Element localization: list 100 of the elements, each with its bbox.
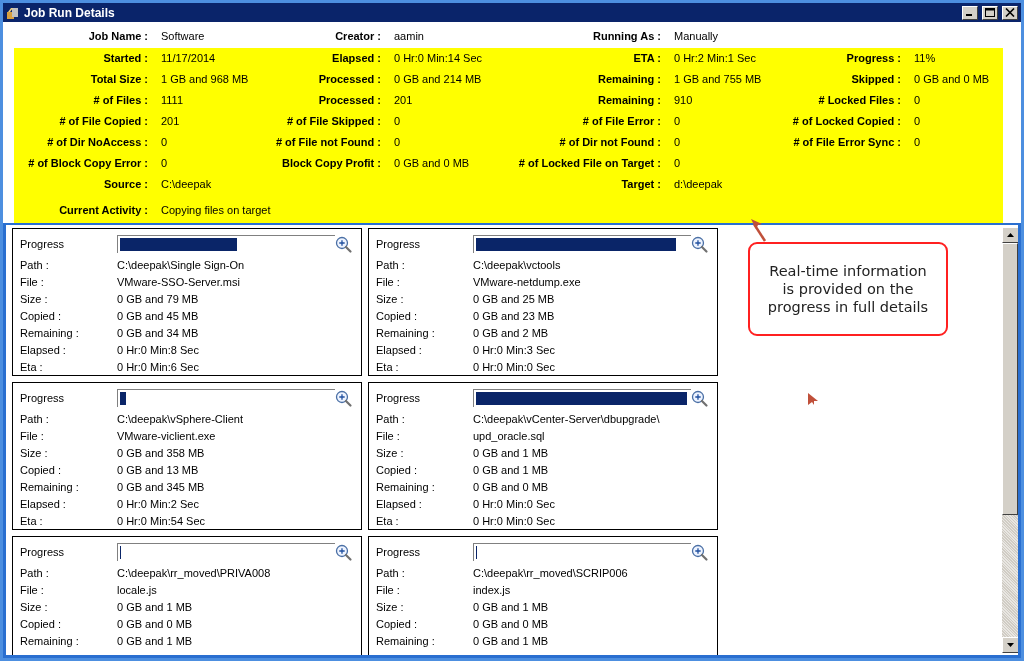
field-label: Running As : <box>591 29 661 44</box>
field-value: aamin <box>393 29 425 44</box>
field-value: 11/17/2014 <box>160 51 217 66</box>
zoom-in-icon[interactable] <box>335 543 352 561</box>
field-value: 201 <box>393 93 414 108</box>
field-value: 0 GB and 2 MB <box>473 326 549 339</box>
scrollbar[interactable] <box>1001 227 1018 653</box>
field-value: 0 GB and 1 MB <box>473 446 549 459</box>
field-value: 0 GB and 0 MB <box>473 617 549 630</box>
field-value: 0 GB and 1 MB <box>473 634 549 647</box>
field-label: Copied : <box>376 309 418 322</box>
field-value: 0 GB and 1 MB <box>473 463 549 476</box>
close-button[interactable] <box>1002 5 1018 20</box>
field-value: locale.js <box>117 583 157 596</box>
field-value: upd_oracle.sql <box>473 429 545 442</box>
field-label: Copied : <box>376 617 418 630</box>
field-value: 0 <box>673 135 682 150</box>
field-value: 0 GB and 1 MB <box>117 634 193 647</box>
field-label: # of File Skipped : <box>285 114 381 129</box>
field-value: 0 <box>673 114 682 129</box>
field-label: Current Activity : <box>58 203 148 218</box>
field-label: Copied : <box>20 463 62 476</box>
field-label: Size : <box>20 292 49 305</box>
field-label: Path : <box>376 566 406 579</box>
field-value: 0 GB and 0 MB <box>913 72 991 87</box>
field-value: 11% <box>913 51 937 66</box>
field-label: Eta : <box>376 360 400 373</box>
field-label: Source : <box>103 177 148 192</box>
field-label: # Locked Files : <box>817 93 901 108</box>
field-label: Eta : <box>20 360 44 373</box>
progress-label: Progress <box>20 546 66 558</box>
field-label: Size : <box>376 446 405 459</box>
field-label: Copied : <box>20 617 62 630</box>
field-value: 0 <box>393 135 402 150</box>
progress-label: Progress <box>376 546 422 558</box>
zoom-in-icon[interactable] <box>335 235 352 253</box>
field-value: 0 GB and 23 MB <box>473 309 555 322</box>
progress-label: Progress <box>20 392 66 404</box>
field-value: 0 GB and 345 MB <box>117 480 205 493</box>
field-label: Remaining : <box>597 93 661 108</box>
field-label: File : <box>376 583 401 596</box>
minimize-button[interactable] <box>962 5 978 20</box>
field-label: Path : <box>376 412 406 425</box>
field-label: Remaining : <box>20 480 80 493</box>
field-value: 0 <box>913 93 922 108</box>
field-label: # of Files : <box>92 93 148 108</box>
field-label: File : <box>20 429 45 442</box>
field-label: Remaining : <box>597 72 661 87</box>
field-label: File : <box>376 275 401 288</box>
zoom-in-icon[interactable] <box>691 543 708 561</box>
field-label: Size : <box>376 292 405 305</box>
field-label: Target : <box>620 177 661 192</box>
maximize-button[interactable] <box>982 5 998 20</box>
field-value: 0 GB and 25 MB <box>473 292 555 305</box>
field-label: Started : <box>102 51 148 66</box>
callout-text: Real-time information is provided on the progress in full details <box>748 242 948 336</box>
field-value: 0 GB and 0 MB <box>117 617 193 630</box>
field-value: 0 Hr:2 Min:1 Sec <box>673 51 757 66</box>
scroll-up-button[interactable] <box>1002 227 1018 243</box>
window-title: Job Run Details <box>24 5 116 20</box>
scroll-down-button[interactable] <box>1002 637 1018 653</box>
field-label: Elapsed : <box>331 51 381 66</box>
field-label: Copied : <box>20 309 62 322</box>
field-label: Processed : <box>317 93 381 108</box>
progress-label: Progress <box>20 238 66 250</box>
field-value: 0 Hr:0 Min:0 Sec <box>473 360 555 373</box>
field-value: VMware-viclient.exe <box>117 429 216 442</box>
field-label: Path : <box>20 566 50 579</box>
field-label: Path : <box>20 412 50 425</box>
field-label: Elapsed : <box>20 343 67 356</box>
field-value: 0 GB and 0 MB <box>393 156 471 171</box>
scroll-thumb[interactable] <box>1002 243 1018 515</box>
arrow-icon <box>749 218 769 242</box>
field-label: Size : <box>376 600 405 613</box>
field-value: C:\deepak\vSphere-Client <box>117 412 243 425</box>
field-label: Creator : <box>334 29 381 44</box>
field-label: Job Name : <box>87 29 148 44</box>
field-label: Progress : <box>845 51 901 66</box>
field-value: 0 GB and 1 MB <box>117 600 193 613</box>
zoom-in-icon[interactable] <box>335 389 352 407</box>
field-label: Size : <box>20 600 49 613</box>
field-label: Size : <box>20 446 49 459</box>
field-value: 0 <box>160 135 169 150</box>
field-value: C:\deepak <box>160 177 213 192</box>
field-value: 0 <box>160 156 169 171</box>
field-value: d:\deepak <box>673 177 724 192</box>
field-value: C:\deepak\vctools <box>473 258 561 271</box>
field-value: 0 GB and 0 MB <box>473 480 549 493</box>
app-icon <box>6 5 20 20</box>
up-arrow-icon <box>1007 233 1014 237</box>
field-label: Total Size : <box>89 72 148 87</box>
zoom-in-icon[interactable] <box>691 389 708 407</box>
field-label: # of File Copied : <box>58 114 148 129</box>
field-value: 0 GB and 79 MB <box>117 292 199 305</box>
field-label: File : <box>20 275 45 288</box>
zoom-in-icon[interactable] <box>691 235 708 253</box>
field-label: # of Dir not Found : <box>558 135 661 150</box>
field-value: 0 GB and 13 MB <box>117 463 199 476</box>
field-label: Eta : <box>376 514 400 527</box>
field-value: 1111 <box>160 93 185 108</box>
